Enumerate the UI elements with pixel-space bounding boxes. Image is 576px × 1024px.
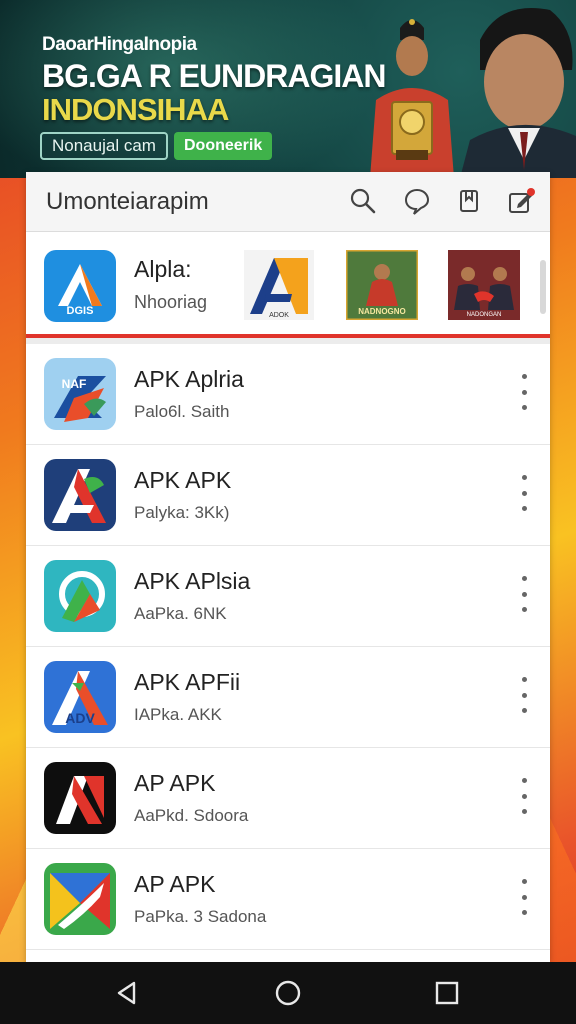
recents-icon[interactable]	[432, 978, 462, 1008]
app-subtitle: AaPka. 6NK	[134, 604, 227, 623]
featured-app-subtitle: Nhooriag	[134, 292, 208, 312]
home-icon[interactable]	[273, 978, 303, 1008]
featured-app-strip[interactable]: DGIS Alpla: Nhooriag ADOK NADNOGNO NADON…	[26, 236, 550, 338]
featured-scroll-indicator	[540, 260, 546, 314]
banner-primary-button[interactable]: Dooneerik	[174, 132, 273, 160]
featured-icon-label: DGIS	[67, 305, 94, 317]
chat-icon[interactable]	[402, 186, 432, 216]
more-options-icon[interactable]	[516, 576, 532, 612]
list-item[interactable]: APK APlsia AaPka. 6NK	[26, 546, 550, 647]
banner-secondary-button[interactable]: Nonaujal cam	[40, 132, 168, 160]
featured-app-icon[interactable]: DGIS	[44, 250, 116, 322]
banner-subtitle: INDONSIHAA	[42, 92, 229, 127]
system-navigation-bar	[0, 962, 576, 1024]
banner-person-portrait-image	[460, 8, 576, 178]
list-item[interactable]: NAF APK Aplria Palo6l. Saith	[26, 344, 550, 445]
app-name: AP APK	[134, 871, 216, 897]
tile-performer-label: NADNOGNO	[358, 307, 406, 316]
list-item[interactable]: AP APK PaPka. 3 Sadona	[26, 849, 550, 950]
back-icon[interactable]	[112, 978, 142, 1008]
app-icon-4[interactable]: ADV	[44, 661, 116, 733]
app-icon-6[interactable]	[44, 863, 116, 935]
more-options-icon[interactable]	[516, 475, 532, 511]
app-store-panel: Umonteiarapim DGIS Alpla: Nhooriag ADOK …	[26, 172, 550, 962]
app-subtitle: Palo6l. Saith	[134, 402, 230, 421]
app-name: AP APK	[134, 770, 216, 796]
app-name: APK APK	[134, 467, 232, 493]
app-subtitle: PaPka. 3 Sadona	[134, 907, 267, 926]
featured-app-name: Alpla:	[134, 256, 192, 282]
edit-icon[interactable]	[506, 186, 536, 216]
app-name: APK APlsia	[134, 568, 251, 594]
app-name: APK Aplria	[134, 366, 244, 392]
app-icon-1-label: NAF	[62, 377, 87, 391]
app-subtitle: Palyka: 3Kk)	[134, 503, 230, 522]
app-list: NAF APK Aplria Palo6l. Saith APK APK Pal…	[26, 344, 550, 950]
app-icon-2[interactable]	[44, 459, 116, 531]
tile-group-label: NADONGAN	[467, 312, 502, 318]
app-name: APK APFii	[134, 669, 241, 695]
app-subtitle: IAPka. AKK	[134, 705, 222, 724]
list-item[interactable]: APK APK Palyka: 3Kk)	[26, 445, 550, 546]
app-icon-1[interactable]: NAF	[44, 358, 116, 430]
list-item[interactable]: AP APK AaPkd. Sdoora	[26, 748, 550, 849]
promo-banner[interactable]: DaoarHingaInopia BG.GA R EUNDRAGIAN INDO…	[0, 0, 576, 178]
more-options-icon[interactable]	[516, 879, 532, 915]
more-options-icon[interactable]	[516, 677, 532, 713]
search-icon[interactable]	[348, 186, 378, 216]
bookmark-icon[interactable]	[454, 186, 484, 216]
banner-person-with-trophy-image	[370, 19, 454, 178]
banner-title: BG.GA R EUNDRAGIAN	[42, 58, 386, 94]
tile-logo-label: ADOK	[269, 312, 289, 319]
app-icon-4-label: ADV	[65, 710, 95, 726]
more-options-icon[interactable]	[516, 778, 532, 814]
app-icon-5[interactable]	[44, 762, 116, 834]
toolbar-title: Umonteiarapim	[46, 188, 209, 215]
featured-tile-group[interactable]: NADONGAN	[448, 250, 520, 320]
app-icon-3[interactable]	[44, 560, 116, 632]
list-item[interactable]: ADV APK APFii IAPka. AKK	[26, 647, 550, 748]
more-options-icon[interactable]	[516, 374, 532, 410]
featured-tile-logo[interactable]: ADOK	[244, 250, 314, 320]
app-subtitle: AaPkd. Sdoora	[134, 806, 249, 825]
top-toolbar: Umonteiarapim	[26, 172, 550, 232]
banner-pretitle: DaoarHingaInopia	[42, 34, 197, 55]
featured-tile-performer[interactable]: NADNOGNO	[346, 250, 418, 320]
